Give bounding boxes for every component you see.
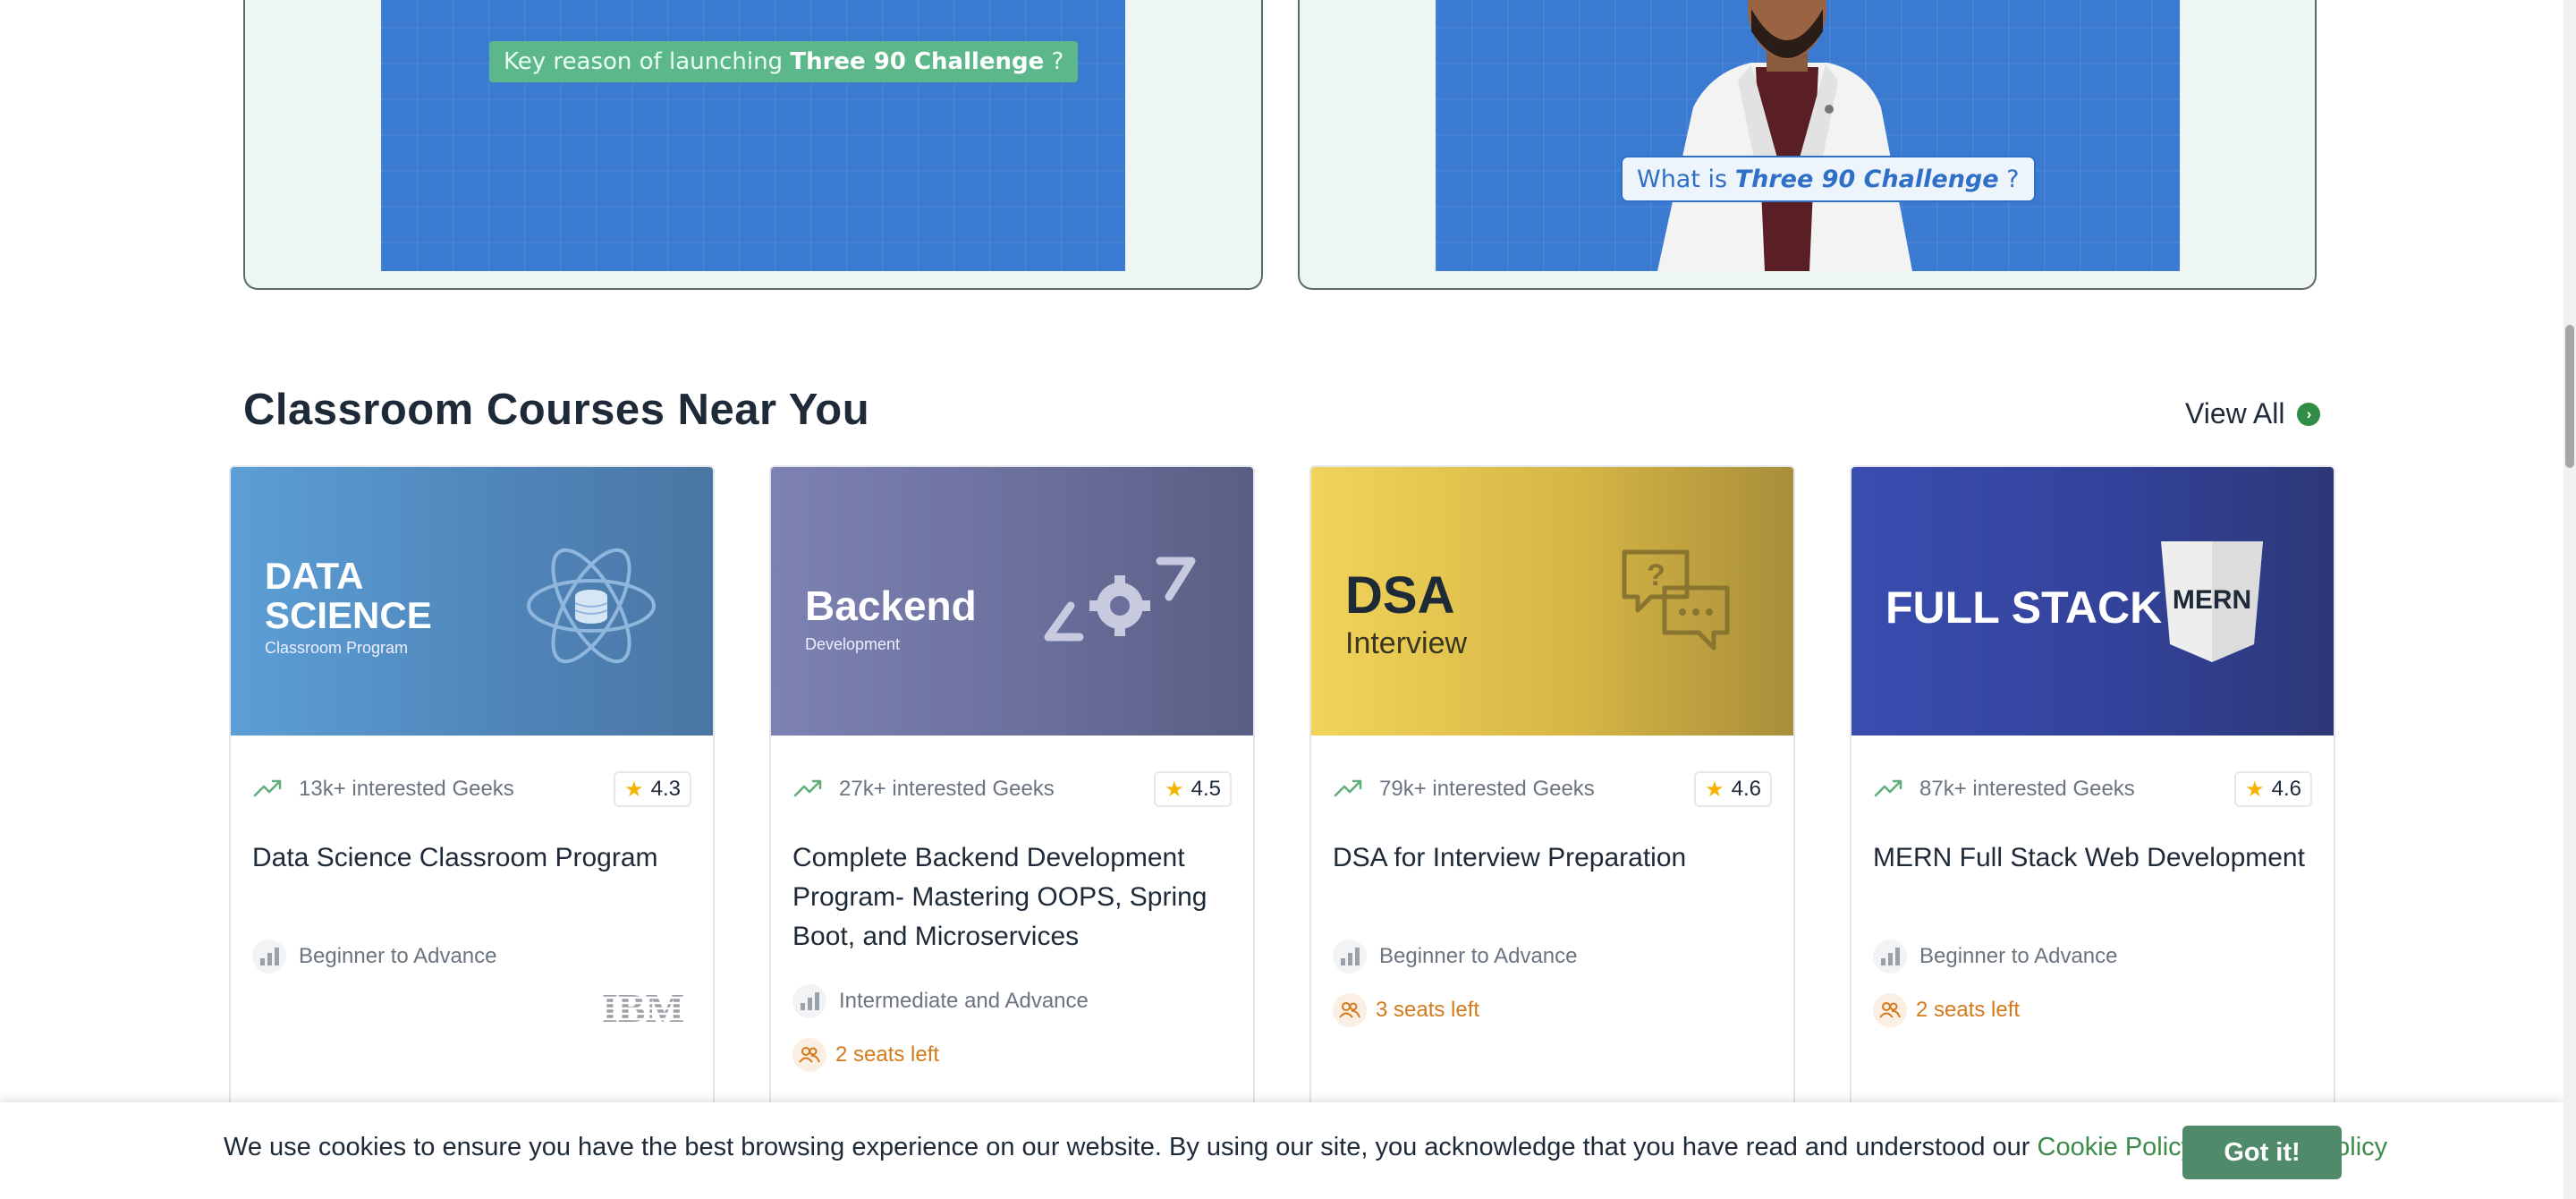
course-card-data-science[interactable]: DATA SCIENCE Classroom Program 13k+ inte… — [229, 465, 715, 1199]
banner-title-line1: DATA — [265, 555, 364, 597]
svg-text:MERN: MERN — [2173, 585, 2251, 615]
banner-title: Backend — [805, 582, 977, 629]
course-title[interactable]: MERN Full Stack Web Development — [1873, 838, 2312, 878]
rating-value: 4.5 — [1191, 777, 1221, 801]
scrollbar-track[interactable] — [2563, 0, 2576, 1199]
banner-title: DSA — [1345, 566, 1455, 625]
trending-up-icon — [793, 779, 822, 797]
course-banner: Backend Development — [771, 467, 1253, 736]
course-level: Intermediate and Advance — [792, 984, 1089, 1018]
seats-label: 2 seats left — [1916, 998, 2021, 1022]
chevron-right-circle-icon: › — [2297, 402, 2321, 426]
course-title[interactable]: Data Science Classroom Program — [252, 838, 691, 878]
interested-count: 27k+ interested Geeks — [839, 777, 1055, 801]
seats-left: 2 seats left — [792, 1038, 939, 1072]
mern-shield-badge: MERN — [2161, 541, 2263, 662]
interested-count: 79k+ interested Geeks — [1379, 777, 1595, 801]
interested-count: 13k+ interested Geeks — [299, 777, 514, 801]
course-stats: 79k+ interested Geeks ★ 4.6 — [1333, 771, 1772, 807]
banner-subtitle: Interview — [1345, 626, 1468, 660]
video-caption: What is Three 90 Challenge ? — [1621, 156, 2036, 202]
course-banner: DATA SCIENCE Classroom Program — [231, 467, 713, 736]
banner-title: FULL STACK — [1885, 582, 2163, 633]
banner-title-line2: SCIENCE — [265, 594, 432, 636]
trending-up-icon — [1334, 779, 1362, 797]
atom-database-icon — [527, 548, 656, 664]
course-title[interactable]: Complete Backend Development Program- Ma… — [792, 838, 1232, 957]
chat-question-icon: ? — [1622, 549, 1730, 651]
course-stats: 27k+ interested Geeks ★ 4.5 — [792, 771, 1232, 807]
level-label: Beginner to Advance — [1379, 944, 1578, 968]
course-card-backend[interactable]: Backend Development 27k+ interested Geek… — [769, 465, 1255, 1199]
bar-chart-icon — [1333, 940, 1367, 974]
banner-subtitle: Classroom Program — [265, 639, 409, 657]
gear-arrows-icon — [1044, 557, 1196, 642]
course-banner: FULL STACK MERN — [1852, 467, 2334, 736]
rating-badge: ★ 4.5 — [1154, 771, 1232, 807]
cookie-message: We use cookies to ensure you have the be… — [224, 1133, 2388, 1161]
rating-badge: ★ 4.6 — [1694, 771, 1772, 807]
course-banner: DSA Interview ? — [1311, 467, 1793, 736]
svg-text:?: ? — [1647, 558, 1665, 592]
video-card-key-reason[interactable]: Key reason of launching Three 90 Challen… — [243, 0, 1263, 290]
video-card-what-is[interactable]: What is Three 90 Challenge ? — [1298, 0, 2317, 290]
course-stats: 87k+ interested Geeks ★ 4.6 — [1873, 771, 2312, 807]
star-icon: ★ — [2245, 777, 2265, 802]
view-all-label: View All — [2185, 397, 2285, 429]
course-level: Beginner to Advance — [252, 940, 497, 974]
course-card-dsa[interactable]: DSA Interview ? 79k+ interested Geeks ★ … — [1309, 465, 1795, 1199]
course-level: Beginner to Advance — [1873, 940, 2118, 974]
rating-value: 4.3 — [650, 777, 681, 801]
interested-count: 87k+ interested Geeks — [1919, 777, 2135, 801]
section-title: Classroom Courses Near You — [243, 386, 870, 434]
banner-subtitle: Development — [805, 635, 901, 653]
trending-up-icon — [253, 779, 282, 797]
course-title[interactable]: DSA for Interview Preparation — [1333, 838, 1772, 878]
cookie-consent-bar: We use cookies to ensure you have the be… — [0, 1102, 2563, 1199]
rating-badge: ★ 4.6 — [2234, 771, 2312, 807]
level-label: Beginner to Advance — [299, 944, 497, 968]
level-label: Intermediate and Advance — [839, 989, 1089, 1013]
star-icon: ★ — [624, 777, 644, 802]
video-thumbnail[interactable]: What is Three 90 Challenge ? — [1436, 0, 2180, 271]
seats-left: 2 seats left — [1873, 993, 2020, 1027]
trending-up-icon — [1874, 779, 1902, 797]
cookie-policy-link[interactable]: Cookie Policy — [2038, 1133, 2195, 1161]
course-stats: 13k+ interested Geeks ★ 4.3 — [252, 771, 691, 807]
scrollbar-thumb[interactable] — [2565, 325, 2574, 468]
seats-label: 2 seats left — [835, 1042, 940, 1067]
bar-chart-icon — [792, 984, 826, 1018]
rating-badge: ★ 4.3 — [614, 771, 691, 807]
star-icon: ★ — [1165, 777, 1184, 802]
level-label: Beginner to Advance — [1919, 944, 2118, 968]
video-caption: Key reason of launching Three 90 Challen… — [489, 41, 1079, 82]
people-icon — [792, 1038, 826, 1072]
rating-value: 4.6 — [2271, 777, 2301, 801]
video-thumbnail[interactable]: Key reason of launching Three 90 Challen… — [381, 0, 1125, 271]
people-icon — [1873, 993, 1907, 1027]
bar-chart-icon — [252, 940, 286, 974]
got-it-button[interactable]: Got it! — [2182, 1126, 2342, 1179]
presenter-image — [1657, 0, 1912, 271]
rating-value: 4.6 — [1731, 777, 1761, 801]
people-icon — [1333, 993, 1367, 1027]
star-icon: ★ — [1705, 777, 1724, 802]
course-level: Beginner to Advance — [1333, 940, 1578, 974]
ibm-logo: IBM — [602, 988, 691, 1027]
seats-left: 3 seats left — [1333, 993, 1479, 1027]
view-all-link[interactable]: View All › — [2185, 397, 2321, 430]
bar-chart-icon — [1873, 940, 1907, 974]
course-card-mern[interactable]: FULL STACK MERN 87k+ interested Geeks ★ … — [1850, 465, 2335, 1199]
seats-label: 3 seats left — [1376, 998, 1480, 1022]
